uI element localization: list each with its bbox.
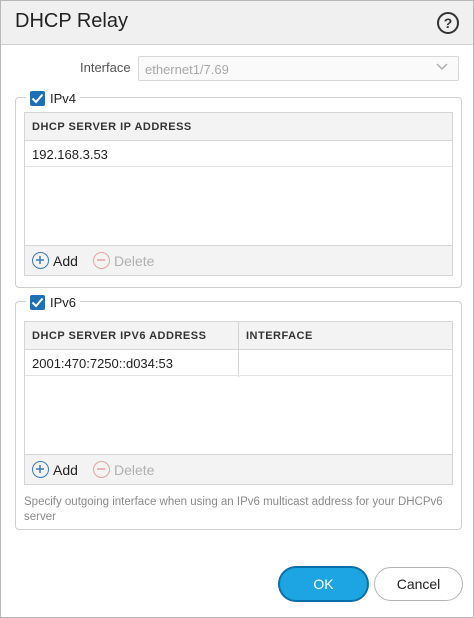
ipv6-server-table: DHCP SERVER IPV6 ADDRESS INTERFACE 2001:… xyxy=(24,321,453,485)
delete-label: Delete xyxy=(114,461,155,478)
ipv6-group: IPv6 DHCP SERVER IPV6 ADDRESS INTERFACE … xyxy=(15,292,462,530)
check-icon xyxy=(31,297,44,307)
help-icon[interactable]: ? xyxy=(437,12,459,34)
minus-circle-icon xyxy=(93,252,110,269)
ipv6-label: IPv6 xyxy=(50,294,77,310)
interface-label: Interface xyxy=(80,60,131,75)
ipv6-help-note: Specify outgoing interface when using an… xyxy=(24,496,443,523)
ipv6-delete-button[interactable]: Delete xyxy=(93,461,154,478)
ipv4-add-button[interactable]: Add xyxy=(32,252,78,269)
ipv4-delete-button[interactable]: Delete xyxy=(93,252,154,269)
table-row[interactable]: 2001:470:7250::d034:53 xyxy=(25,350,452,376)
table-header: DHCP SERVER IP ADDRESS xyxy=(25,113,452,141)
column-header-interface[interactable]: INTERFACE xyxy=(246,330,313,342)
table-row[interactable]: 192.168.3.53 xyxy=(25,141,452,167)
ipv6-legend: IPv6 xyxy=(26,292,81,312)
plus-circle-icon xyxy=(32,461,49,478)
ipv4-server-table: DHCP SERVER IP ADDRESS 192.168.3.53 Add xyxy=(24,112,453,276)
check-icon xyxy=(31,93,44,103)
ipv6-add-button[interactable]: Add xyxy=(32,461,78,478)
ipv6-checkbox[interactable] xyxy=(30,294,45,310)
minus-circle-icon xyxy=(93,461,110,478)
interface-select: ethernet1/7.69 xyxy=(138,56,459,81)
ipv4-legend: IPv4 xyxy=(26,88,81,108)
column-header-dhcp-server-ip[interactable]: DHCP SERVER IP ADDRESS xyxy=(32,121,192,133)
table-footer: Add Delete xyxy=(25,245,452,275)
cancel-button[interactable]: Cancel xyxy=(374,567,463,601)
delete-label: Delete xyxy=(114,252,155,269)
column-header-dhcp-server-ipv6[interactable]: DHCP SERVER IPV6 ADDRESS xyxy=(32,330,206,342)
ipv4-label: IPv4 xyxy=(50,90,77,106)
table-footer: Add Delete xyxy=(25,454,452,484)
ok-button[interactable]: OK xyxy=(279,567,368,601)
add-label: Add xyxy=(53,252,78,269)
cell-server-ip: 192.168.3.53 xyxy=(32,147,108,162)
ipv4-checkbox[interactable] xyxy=(30,90,45,106)
interface-value: ethernet1/7.69 xyxy=(145,62,229,77)
dialog-title: DHCP Relay xyxy=(15,10,128,32)
plus-circle-icon xyxy=(32,252,49,269)
cell-server-ipv6: 2001:470:7250::d034:53 xyxy=(32,356,173,371)
dialog-titlebar: DHCP Relay ? xyxy=(1,1,473,45)
dhcp-relay-dialog: DHCP Relay ? Interface ethernet1/7.69 IP… xyxy=(0,0,474,618)
ipv4-group: IPv4 DHCP SERVER IP ADDRESS 192.168.3.53 xyxy=(15,88,462,288)
add-label: Add xyxy=(53,461,78,478)
chevron-down-icon xyxy=(436,63,448,71)
